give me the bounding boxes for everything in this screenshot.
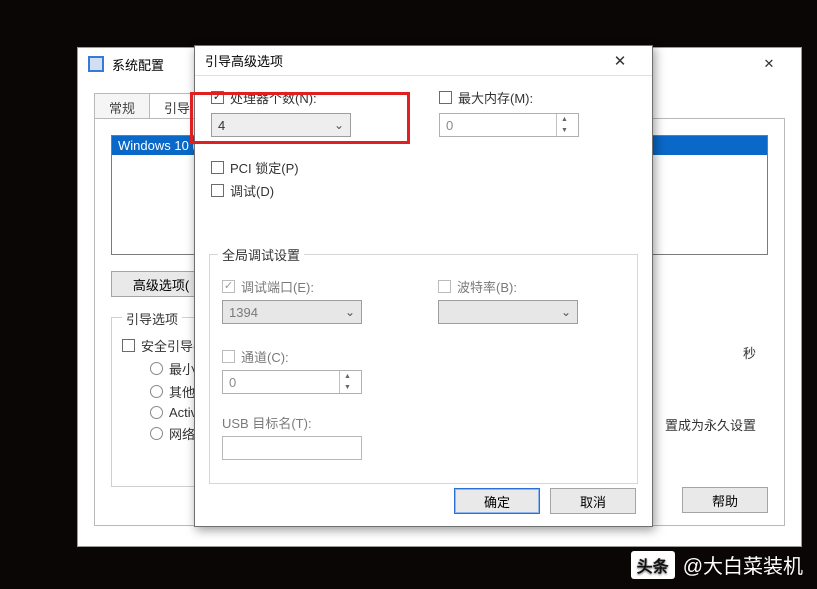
debug-checkbox[interactable]: 调试(D) <box>211 181 299 200</box>
usb-target-input <box>222 436 362 460</box>
close-icon[interactable]: ✕ <box>598 46 642 76</box>
usb-target-label: USB 目标名(T): <box>222 413 362 432</box>
debug-port-select: 1394 ⌄ <box>222 300 362 324</box>
spinner-icon: ▲▼ <box>339 371 355 393</box>
watermark: 头条 @大白菜装机 <box>631 550 803 579</box>
global-debug-legend: 全局调试设置 <box>218 245 304 264</box>
timeout-seconds-label: 秒 <box>743 343 756 362</box>
processor-count-checkbox[interactable]: 处理器个数(N): <box>211 88 351 107</box>
make-permanent-label: 置成为永久设置 <box>665 415 756 434</box>
max-memory-input: 0 ▲▼ <box>439 113 579 137</box>
app-icon <box>88 56 104 72</box>
debug-port-checkbox: 调试端口(E): <box>222 277 362 296</box>
tab-general[interactable]: 常规 <box>94 93 150 121</box>
max-memory-checkbox[interactable]: 最大内存(M): <box>439 88 579 107</box>
watermark-text: @大白菜装机 <box>683 550 803 579</box>
close-icon[interactable]: ✕ <box>747 49 791 79</box>
baud-rate-checkbox: 波特率(B): <box>438 277 578 296</box>
spinner-icon: ▲▼ <box>556 114 572 136</box>
chevron-down-icon: ⌄ <box>345 305 355 319</box>
window-title: 系统配置 <box>112 55 164 74</box>
chevron-down-icon: ⌄ <box>334 118 344 132</box>
boot-options-legend: 引导选项 <box>122 309 182 328</box>
channel-input: 0 ▲▼ <box>222 370 362 394</box>
chevron-down-icon: ⌄ <box>561 305 571 319</box>
boot-advanced-options-dialog: 引导高级选项 ✕ 处理器个数(N): 4 ⌄ 最大内存(M): 0 ▲▼ <box>194 45 653 527</box>
channel-checkbox: 通道(C): <box>222 347 362 366</box>
watermark-badge: 头条 <box>631 551 675 579</box>
processor-count-select[interactable]: 4 ⌄ <box>211 113 351 137</box>
titlebar: 引导高级选项 ✕ <box>195 46 652 76</box>
tab-strip: 常规 引导 <box>94 92 204 120</box>
dialog-title: 引导高级选项 <box>205 51 283 70</box>
global-debug-fieldset: 全局调试设置 调试端口(E): 1394 ⌄ 波特率(B): ⌄ 通道(C): … <box>209 254 638 484</box>
help-button[interactable]: 帮助 <box>682 487 768 513</box>
baud-rate-select: ⌄ <box>438 300 578 324</box>
ok-button[interactable]: 确定 <box>454 488 540 514</box>
pci-lock-checkbox[interactable]: PCI 锁定(P) <box>211 158 299 177</box>
cancel-button[interactable]: 取消 <box>550 488 636 514</box>
